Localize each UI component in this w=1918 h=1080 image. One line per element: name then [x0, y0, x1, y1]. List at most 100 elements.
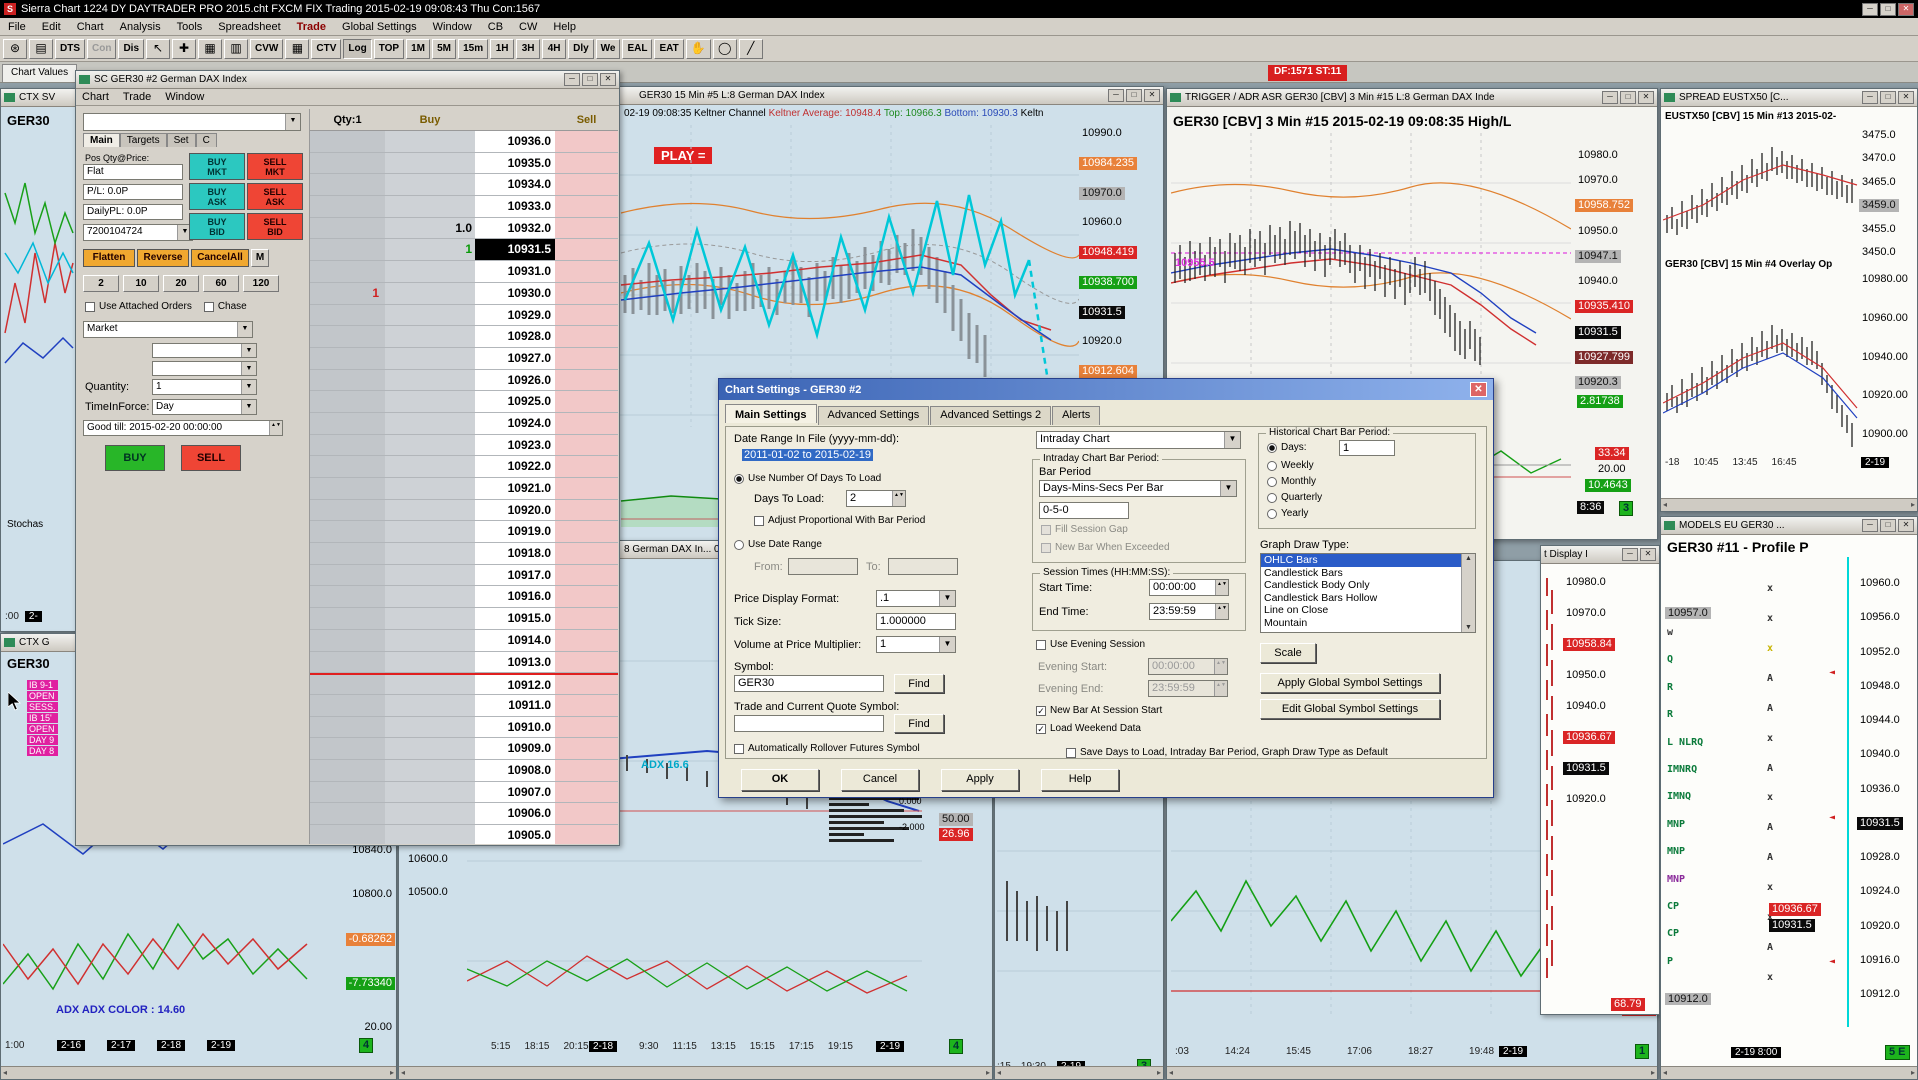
ladder-buy-cell[interactable]: [385, 652, 475, 673]
spread-titlebar[interactable]: SPREAD EUSTX50 [C... ─□✕: [1661, 89, 1917, 107]
ladder-sell-cell[interactable]: [555, 695, 618, 716]
buy-mkt-button[interactable]: BUY MKT: [189, 153, 245, 180]
minimize-button[interactable]: ─: [1862, 3, 1878, 16]
graph-draw-option[interactable]: Mountain: [1261, 617, 1475, 630]
chase-checkbox[interactable]: [204, 302, 214, 312]
ladder-buy-cell[interactable]: [385, 782, 475, 803]
start-time-field[interactable]: 00:00:00: [1149, 579, 1229, 596]
ladder-row[interactable]: 10909.0: [310, 738, 618, 760]
weekly-radio[interactable]: [1267, 461, 1277, 471]
m-button[interactable]: M: [251, 249, 269, 267]
ladder-qty-cell[interactable]: [310, 717, 385, 738]
ladder-sell-cell[interactable]: [555, 283, 618, 304]
monthly-radio[interactable]: [1267, 477, 1277, 487]
ladder-buy-cell[interactable]: [385, 283, 475, 304]
ladder-row[interactable]: 10913.0: [310, 652, 618, 674]
ladder-sell-cell[interactable]: [555, 218, 618, 239]
edit-global-button[interactable]: Edit Global Symbol Settings: [1260, 699, 1440, 719]
ladder-row[interactable]: 10910.0: [310, 717, 618, 739]
ladder-buy-cell[interactable]: [385, 717, 475, 738]
menu-item[interactable]: Help: [545, 19, 584, 35]
menu-item[interactable]: CW: [511, 19, 545, 35]
ladder-row[interactable]: 10928.0: [310, 326, 618, 348]
buy-button[interactable]: BUY: [105, 445, 165, 471]
ladder-qty-cell[interactable]: [310, 760, 385, 781]
ladder-row[interactable]: 10918.0: [310, 543, 618, 565]
new-bar-session-checkbox[interactable]: [1036, 706, 1046, 716]
ladder-buy-cell[interactable]: [385, 370, 475, 391]
use-evening-checkbox[interactable]: [1036, 640, 1046, 650]
ladder-row[interactable]: 10933.0: [310, 196, 618, 218]
ladder-sell-cell[interactable]: [555, 174, 618, 195]
ladder-sell-cell[interactable]: [555, 413, 618, 434]
ladder-row[interactable]: 10923.0: [310, 435, 618, 457]
ladder-buy-cell[interactable]: 1.0: [385, 218, 475, 239]
menu-item[interactable]: Edit: [34, 19, 69, 35]
ellipse-tool-icon[interactable]: ◯: [713, 39, 737, 59]
scrollbar[interactable]: ◂▸: [995, 1066, 1163, 1079]
ladder-sell-cell[interactable]: [555, 500, 618, 521]
ladder-qty-cell[interactable]: [310, 174, 385, 195]
maximize-button[interactable]: □: [1880, 91, 1896, 104]
evening-end-field[interactable]: 23:59:59: [1148, 680, 1228, 697]
ladder-buy-cell[interactable]: [385, 174, 475, 195]
hist-days-field[interactable]: 1: [1339, 440, 1395, 456]
ladder-qty-cell[interactable]: [310, 261, 385, 282]
tick-size-field[interactable]: 1.000000: [876, 613, 956, 630]
ladder-row[interactable]: 10916.0: [310, 586, 618, 608]
ladder-buy-cell[interactable]: [385, 326, 475, 347]
dialog-close-icon[interactable]: ✕: [1470, 382, 1487, 397]
use-date-range-radio[interactable]: [734, 540, 744, 550]
ladder-sell-cell[interactable]: [555, 131, 618, 152]
to-field[interactable]: [888, 558, 958, 575]
ladder-sell-cell[interactable]: [555, 478, 618, 499]
chart-type-combo[interactable]: Intraday Chart: [1036, 431, 1241, 449]
ladder-row[interactable]: 10912.0: [310, 673, 618, 695]
ladder-row[interactable]: 1 10931.5: [310, 239, 618, 261]
ladder-buy-cell[interactable]: [385, 500, 475, 521]
ladder-sell-cell[interactable]: [555, 348, 618, 369]
display-titlebar[interactable]: t Display I ─✕: [1541, 546, 1659, 564]
menu-item[interactable]: Tools: [169, 19, 211, 35]
ladder-row[interactable]: 10905.0: [310, 825, 618, 844]
days-to-load-field[interactable]: 2: [846, 490, 906, 507]
account-combo[interactable]: 7200104724: [83, 224, 193, 241]
timeframe-1m-button[interactable]: 1M: [406, 39, 430, 59]
timeframe-15m-button[interactable]: 15m: [458, 39, 488, 59]
dialog-titlebar[interactable]: Chart Settings - GER30 #2 ✕: [719, 379, 1493, 400]
maximize-button[interactable]: □: [1880, 3, 1896, 16]
ladder-qty-cell[interactable]: [310, 196, 385, 217]
ladder-qty-cell[interactable]: [310, 131, 385, 152]
evening-start-field[interactable]: 00:00:00: [1148, 658, 1228, 675]
ladder-qty-cell[interactable]: [310, 456, 385, 477]
log-button[interactable]: Log: [343, 39, 371, 59]
ladder-sell-cell[interactable]: [555, 717, 618, 738]
timeframe-3h-button[interactable]: 3H: [516, 39, 540, 59]
graph-draw-option[interactable]: Candlestick Bars: [1261, 567, 1475, 580]
ladder-qty-cell[interactable]: [310, 565, 385, 586]
ladder-row[interactable]: 10908.0: [310, 760, 618, 782]
scrollbar[interactable]: ◂▸: [1661, 1066, 1917, 1079]
scrollbar[interactable]: ◂▸: [1661, 498, 1917, 511]
menu-item[interactable]: Window: [425, 19, 480, 35]
qty-preset-button[interactable]: 2: [83, 275, 119, 292]
ladder-qty-cell[interactable]: [310, 326, 385, 347]
spreadsheet-icon[interactable]: ▤: [29, 39, 53, 59]
ladder-qty-cell[interactable]: [310, 435, 385, 456]
dom-menu-item[interactable]: Chart: [82, 91, 109, 103]
ladder-qty-cell[interactable]: [310, 586, 385, 607]
graph-draw-option[interactable]: Line on Close: [1261, 604, 1475, 617]
bar-period-combo[interactable]: Days-Mins-Secs Per Bar: [1039, 480, 1237, 497]
ladder-sell-cell[interactable]: [555, 782, 618, 803]
ladder-buy-cell[interactable]: [385, 478, 475, 499]
adjust-prop-checkbox[interactable]: [754, 516, 764, 526]
from-field[interactable]: [788, 558, 858, 575]
close-button[interactable]: ✕: [1898, 519, 1914, 532]
connect-button[interactable]: Con: [87, 39, 116, 59]
bar-period-value-field[interactable]: 0-5-0: [1039, 502, 1129, 519]
ladder-row[interactable]: 10919.0: [310, 521, 618, 543]
ctv-button[interactable]: CTV: [311, 39, 341, 59]
ladder-row[interactable]: 10929.0: [310, 305, 618, 327]
menu-item[interactable]: Global Settings: [334, 19, 425, 35]
graph-draw-option[interactable]: Candlestick Bars Hollow: [1261, 592, 1475, 605]
